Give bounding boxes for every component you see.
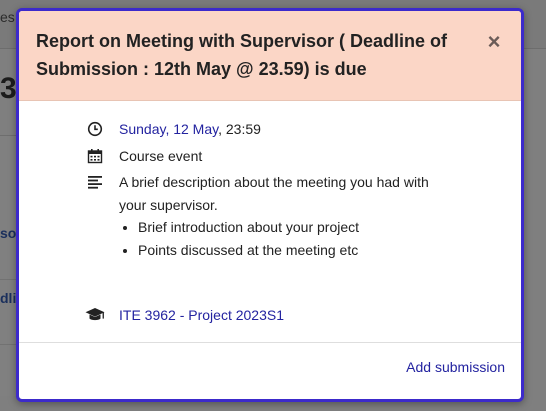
close-button[interactable]: ×	[483, 31, 505, 53]
course-link[interactable]: ITE 3962 - Project 2023S1	[119, 307, 284, 323]
modal-footer: Add submission	[19, 342, 521, 399]
graduation-cap-icon	[85, 306, 105, 324]
align-left-icon	[87, 174, 105, 192]
event-course: ITE 3962 - Project 2023S1	[119, 304, 284, 327]
event-date: Sunday, 12 May, 23:59	[119, 118, 261, 141]
event-type: Course event	[119, 148, 203, 164]
description-points: Brief introduction about your project Po…	[119, 216, 359, 262]
modal-header: Report on Meeting with Supervisor ( Dead…	[19, 11, 521, 101]
event-description: A brief description about the meeting yo…	[119, 174, 429, 213]
event-time: , 23:59	[218, 121, 261, 137]
description-point: Brief introduction about your project	[138, 216, 359, 239]
add-submission-button[interactable]: Add submission	[406, 359, 505, 375]
calendar-icon	[87, 148, 105, 166]
event-modal: Report on Meeting with Supervisor ( Dead…	[16, 8, 524, 402]
modal-title: Report on Meeting with Supervisor ( Dead…	[36, 31, 448, 79]
clock-icon	[87, 121, 105, 139]
event-date-link[interactable]: Sunday, 12 May	[119, 121, 218, 137]
background-topbar-text: es	[0, 9, 15, 25]
description-point: Points discussed at the meeting etc	[138, 239, 359, 262]
